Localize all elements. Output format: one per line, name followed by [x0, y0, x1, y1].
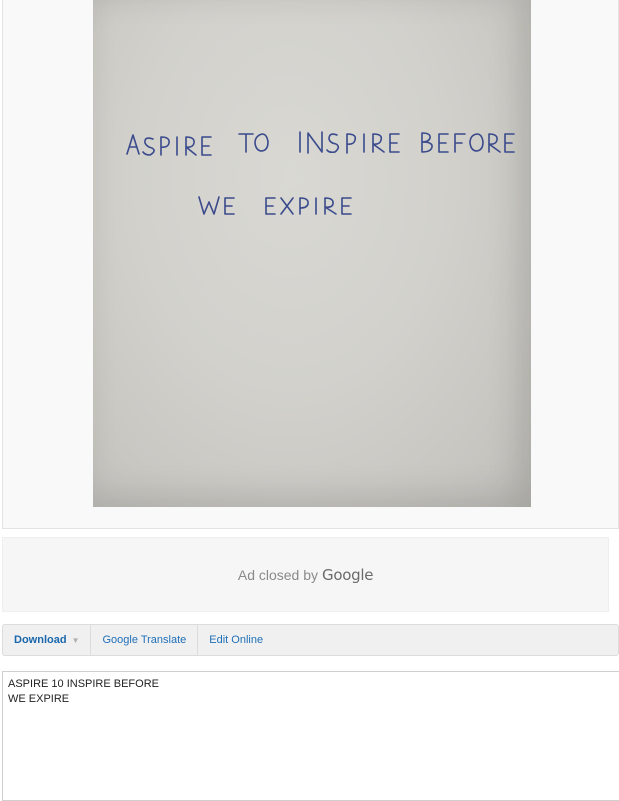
image-preview-panel: [2, 0, 619, 529]
chevron-down-icon: ▼: [71, 635, 80, 645]
handwritten-word-we: [198, 196, 235, 215]
google-translate-label: Google Translate: [102, 634, 187, 646]
ad-brand-logo: Google: [322, 565, 374, 584]
ocr-output-textarea[interactable]: ASPIRE 10 INSPIRE BEFORE WE EXPIRE: [2, 671, 619, 801]
handwritten-word-before: [421, 132, 515, 153]
download-label: Download: [14, 634, 67, 646]
google-translate-button[interactable]: Google Translate: [91, 625, 199, 655]
handwritten-word-to: [238, 133, 269, 153]
edit-online-button[interactable]: Edit Online: [198, 625, 274, 655]
handwritten-word-inspire: [299, 131, 400, 154]
download-button[interactable]: Download ▼: [3, 625, 92, 655]
edit-online-label: Edit Online: [209, 634, 264, 646]
result-toolbar: Download ▼ Google Translate Edit Online: [2, 624, 619, 656]
handwriting-drawing: [126, 131, 515, 215]
handwritten-word-expire: [265, 197, 352, 215]
ad-closed-text: Ad closed by: [237, 566, 319, 583]
ad-placeholder: Ad closed by Google: [2, 537, 609, 612]
handwritten-word-aspire: [126, 134, 212, 156]
handwritten-note-photo: [93, 0, 531, 507]
